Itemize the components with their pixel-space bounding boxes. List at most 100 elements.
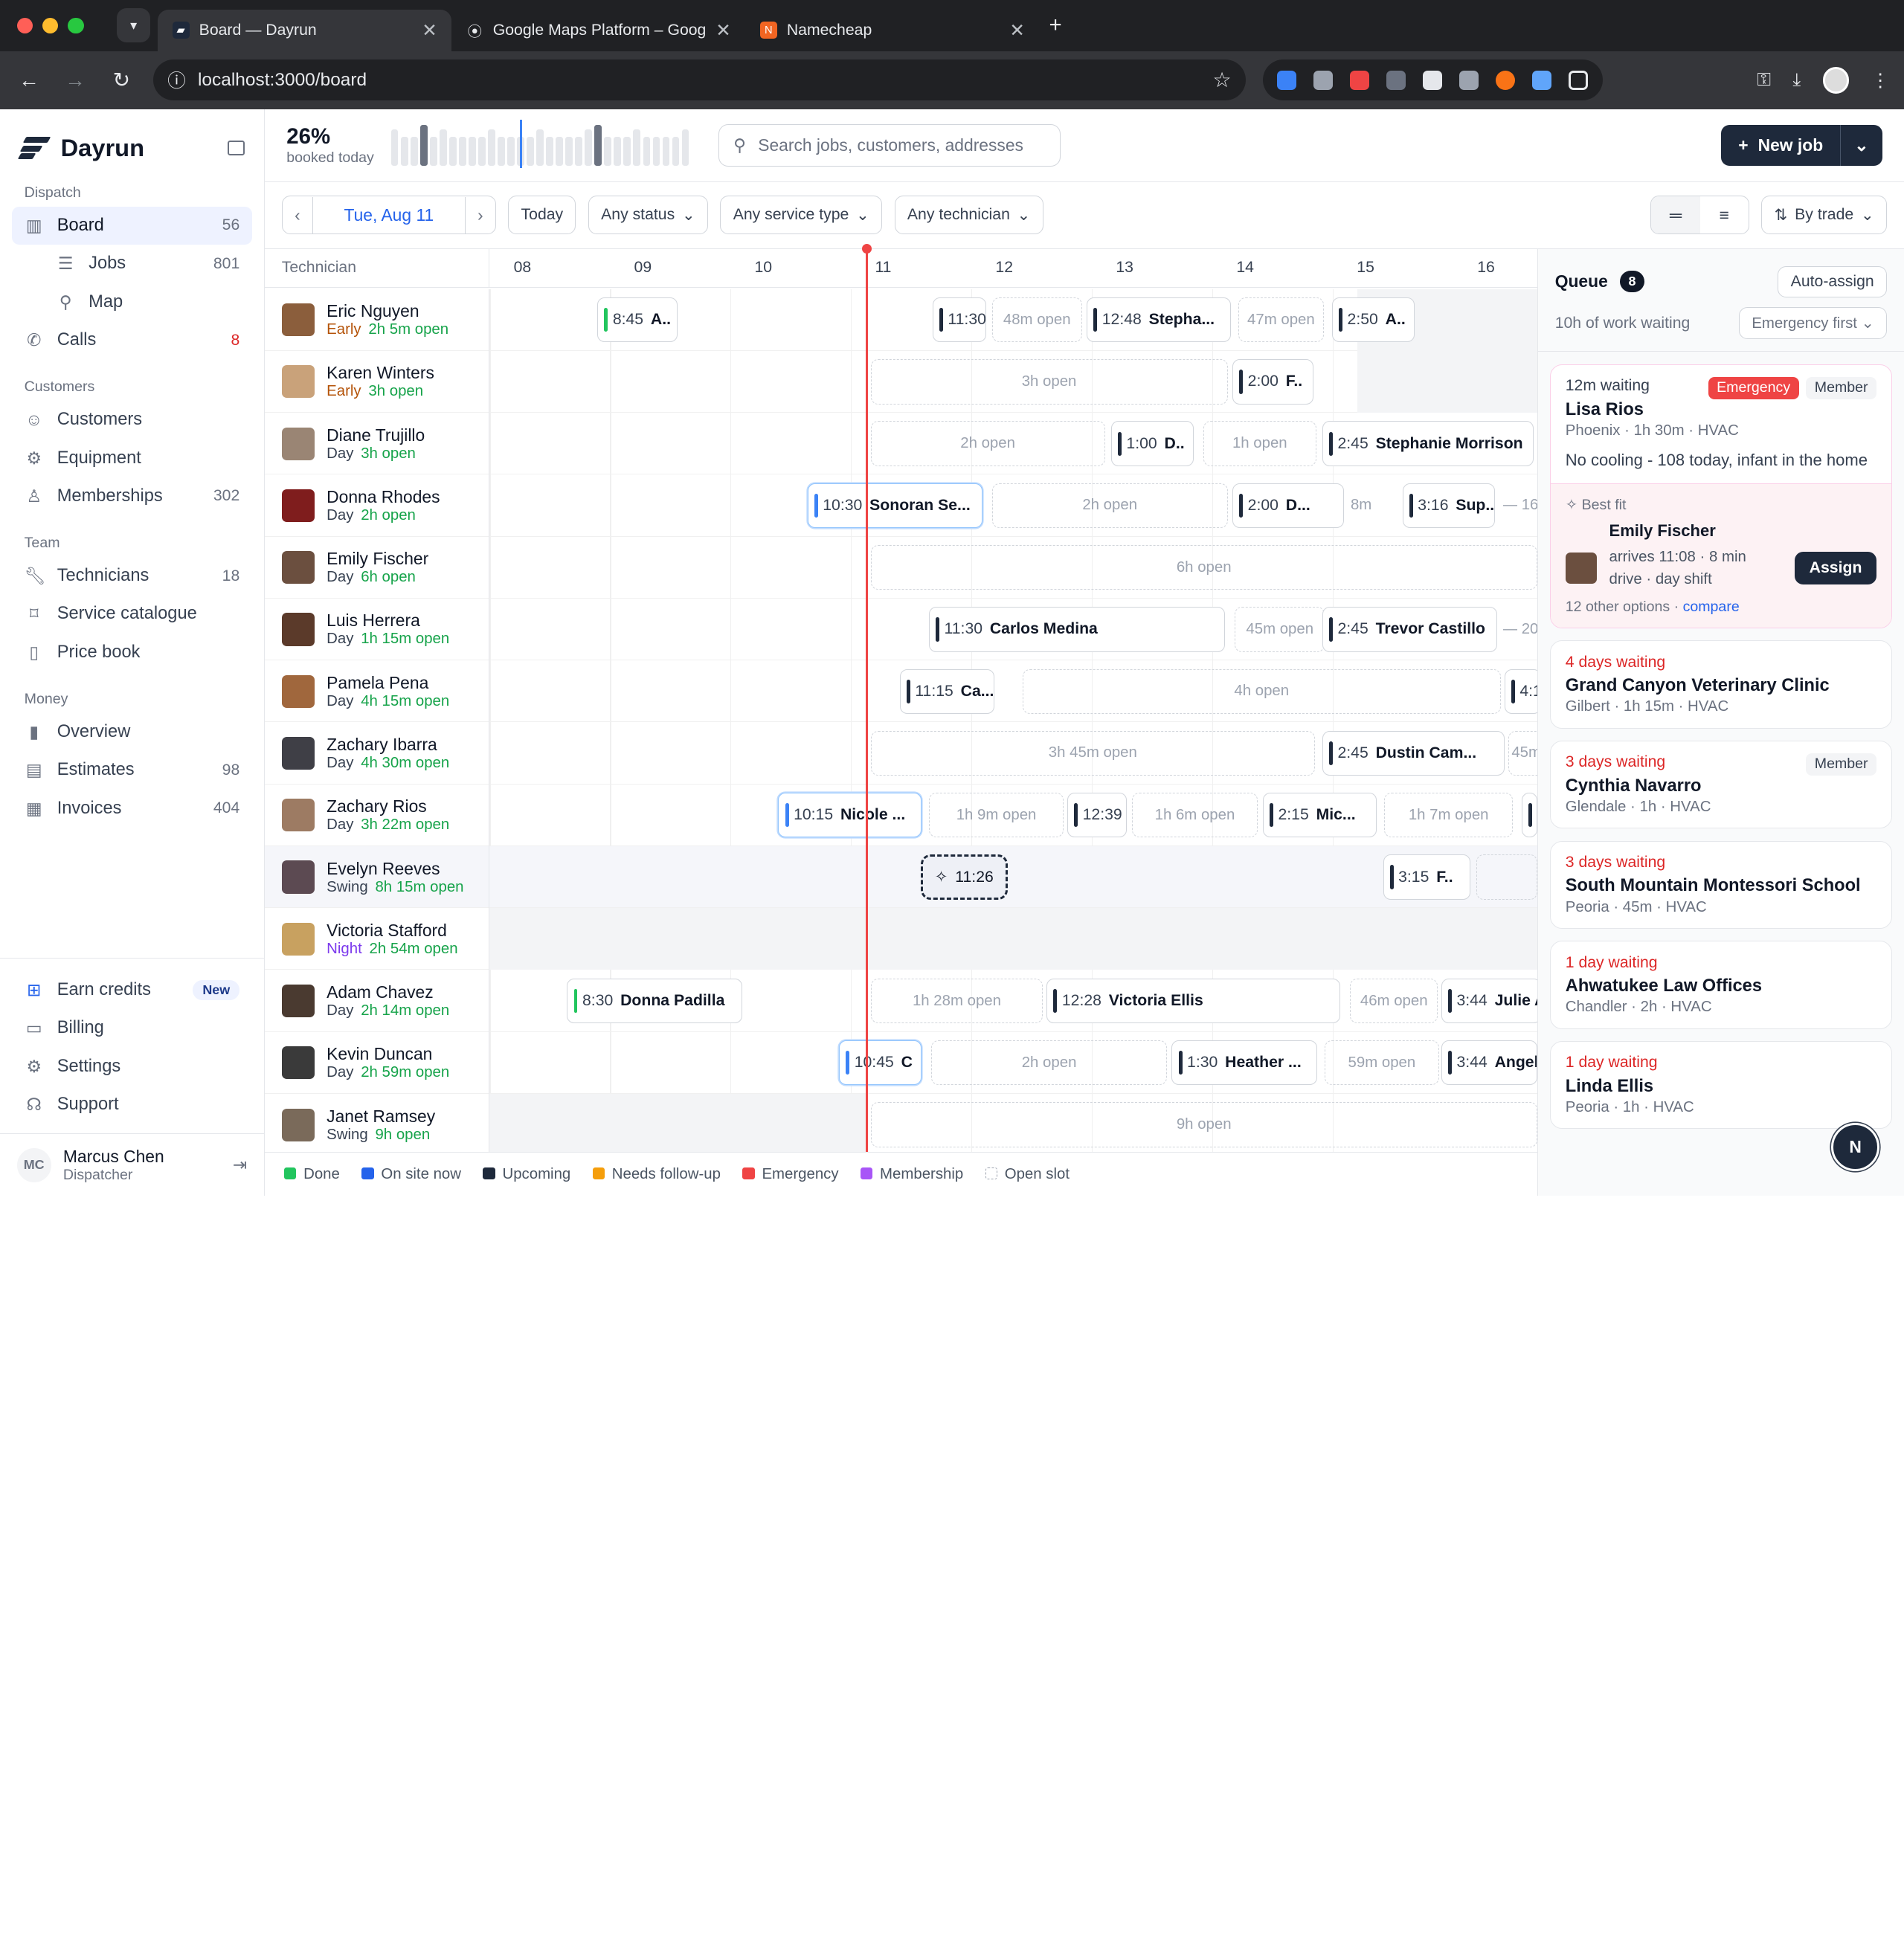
close-tab-icon[interactable]: ✕ (422, 19, 437, 42)
technician-row[interactable]: Emily Fischer Day 6h open 6h open (264, 536, 1537, 599)
sidebar-item-customers[interactable]: ☺ Customers (0, 401, 264, 439)
technician-cell[interactable]: Emily Fischer Day 6h open (265, 536, 489, 599)
technician-cell[interactable]: Kevin Duncan Day 2h 59m open (265, 1031, 489, 1094)
open-slot[interactable]: 3h open (870, 359, 1228, 405)
sidebar-item-earn-credits[interactable]: ⊞ Earn credits New (0, 971, 264, 1009)
compact-view-icon[interactable]: ≡ (1700, 196, 1749, 233)
job-block[interactable]: 11:15 Ca... (899, 669, 995, 714)
job-block[interactable]: 11:30 (932, 297, 986, 343)
sidebar-item-settings[interactable]: ⚙ Settings (0, 1048, 264, 1086)
open-slot[interactable]: 1h 7m open (1384, 793, 1514, 838)
technician-row[interactable]: Adam Chavez Day 2h 14m open 8:30 Donna Padil… (264, 970, 1541, 1032)
sidebar-item-estimates[interactable]: ▤ Estimates 98 (0, 751, 264, 789)
technician-row[interactable]: Donna Rhodes Day 2h open 10:30 Sonoran Se...… (264, 474, 1537, 537)
current-date[interactable]: Tue, Aug 11 (312, 196, 466, 233)
technician-row[interactable]: Janet Ramsey Swing 9h open 9h open (264, 1093, 1537, 1156)
queue-card[interactable]: 3 days waiting South Mountain Montessori … (1550, 840, 1892, 930)
job-block[interactable]: 10:45 C (839, 1040, 922, 1086)
job-block[interactable]: 1:30 Heather ... (1171, 1040, 1318, 1086)
job-block[interactable]: 4:1 (1504, 669, 1541, 714)
qr-extension-icon[interactable] (1423, 70, 1443, 90)
job-block[interactable]: 2:45 Stephanie Morrison (1322, 421, 1534, 466)
open-slot[interactable]: 6h open (870, 545, 1537, 590)
sidebar-item-overview[interactable]: ▮ Overview (0, 713, 264, 751)
open-slot[interactable]: 48m open (991, 297, 1082, 343)
open-slot[interactable]: 1h 28m open (870, 978, 1043, 1024)
technician-row[interactable]: Diane Trujillo Day 3h open 2h open 1:00 D.. 1h… (264, 413, 1537, 475)
job-block[interactable]: 8:45 A.. (597, 297, 678, 343)
extension-icon[interactable] (1313, 70, 1334, 90)
job-block[interactable]: 2:45 Dustin Cam... (1322, 730, 1505, 776)
drop-placeholder[interactable]: ✧ 11:26 (920, 854, 1009, 900)
sidebar-item-calls[interactable]: ✆ Calls 8 (0, 321, 264, 359)
open-slot[interactable] (1476, 854, 1537, 900)
browser-tab-namecheap[interactable]: N Namecheap ✕ (745, 10, 1039, 51)
new-job-button[interactable]: + New job ⌄ (1721, 124, 1882, 167)
chevron-down-icon[interactable]: ⌄ (1841, 135, 1882, 155)
address-bar[interactable]: ⓘ localhost:3000/board ☆ (152, 59, 1246, 101)
sidebar-item-service-catalogue[interactable]: ⌑ Service catalogue (0, 595, 264, 633)
close-tab-icon[interactable]: ✕ (1009, 19, 1025, 42)
queue-card[interactable]: 4 days waiting Grand Canyon Veterinary Cl… (1550, 640, 1892, 729)
sidebar-item-equipment[interactable]: ⚙ Equipment (0, 439, 264, 477)
technician-cell[interactable]: Zachary Rios Day 3h 22m open (265, 784, 489, 846)
collapse-sidebar-icon[interactable] (227, 141, 245, 155)
job-block[interactable] (1521, 793, 1538, 838)
job-block[interactable]: 3:44 Angel (1441, 1040, 1537, 1086)
job-block[interactable]: 12:28 Victoria Ellis (1046, 978, 1341, 1024)
today-button[interactable]: Today (508, 196, 576, 235)
new-tab-icon[interactable]: + (1049, 13, 1061, 38)
queue-sort-select[interactable]: Emergency first ⌄ (1739, 306, 1888, 340)
extension-icon[interactable] (1532, 70, 1552, 90)
job-block[interactable]: 2:00 F.. (1232, 359, 1314, 405)
open-slot[interactable]: 2h open (931, 1040, 1167, 1086)
open-slot[interactable]: 2h open (991, 483, 1228, 529)
open-slot[interactable]: 1h 6m open (1131, 793, 1258, 838)
group-by-select[interactable]: ⇅ By trade ⌄ (1761, 196, 1888, 235)
technician-cell[interactable]: Victoria Stafford Night 2h 54m open (265, 908, 489, 970)
back-arrow-icon[interactable]: ← (15, 68, 44, 92)
open-slot[interactable]: 1h open (1203, 421, 1316, 466)
camera-extension-icon[interactable] (1459, 70, 1479, 90)
technician-row[interactable]: Evelyn Reeves Swing 8h 15m open ✧ 11:26 3:15 F… (264, 845, 1537, 909)
job-block[interactable]: 12:39 (1067, 793, 1128, 838)
tab-search-icon[interactable]: ▾ (116, 8, 151, 43)
sidebar-item-memberships[interactable]: ♙ Memberships 302 (0, 477, 264, 515)
technician-cell[interactable]: Adam Chavez Day 2h 14m open (265, 970, 489, 1032)
close-tab-icon[interactable]: ✕ (715, 19, 731, 42)
job-block[interactable]: 2:00 D... (1232, 483, 1345, 529)
job-block[interactable]: 8:30 Donna Padilla (567, 978, 742, 1024)
technician-cell[interactable]: Janet Ramsey Swing 9h open (265, 1093, 489, 1156)
close-window-button[interactable] (16, 17, 33, 33)
service-type-filter[interactable]: Any service type ⌄ (720, 196, 883, 235)
queue-card-lisa-rios[interactable]: Emergency Member 12m waiting Lisa Rios Ph… (1550, 364, 1892, 628)
assign-button[interactable]: Assign (1795, 552, 1876, 584)
sidebar-item-technicians[interactable]: 🔧︎ Technicians 18 (0, 557, 264, 595)
sidebar-item-price-book[interactable]: ▯ Price book (0, 634, 264, 671)
technician-row[interactable]: Victoria Stafford Night 2h 54m open (264, 908, 1537, 970)
job-block[interactable]: 2:50 A.. (1331, 297, 1415, 343)
next-day-icon[interactable]: › (466, 205, 495, 225)
job-block[interactable]: 1:00 D.. (1110, 421, 1194, 466)
technician-row[interactable]: Zachary Rios Day 3h 22m open 10:15 Nicole ..… (264, 784, 1538, 846)
technician-row[interactable]: Eric Nguyen Early 2h 5m open 8:45 A.. 11:30 48… (264, 289, 1537, 351)
sidebar-item-support[interactable]: ☊ Support (0, 1086, 264, 1124)
sidebar-item-billing[interactable]: ▭ Billing (0, 1009, 264, 1047)
browser-menu-icon[interactable]: ⋮ (1871, 69, 1889, 91)
open-slot[interactable]: 2h open (870, 421, 1105, 466)
technician-filter[interactable]: Any technician ⌄ (894, 196, 1043, 235)
compare-link[interactable]: compare (1683, 599, 1740, 615)
job-block[interactable]: 10:30 Sonoran Se... (807, 483, 982, 529)
auto-assign-button[interactable]: Auto-assign (1778, 265, 1888, 297)
logout-icon[interactable]: ⇥ (233, 1155, 247, 1175)
technician-cell[interactable]: Diane Trujillo Day 3h open (265, 413, 489, 475)
assistant-fab[interactable]: N (1830, 1123, 1880, 1172)
comfortable-view-icon[interactable]: ═ (1651, 196, 1700, 234)
reload-icon[interactable]: ↻ (107, 68, 136, 92)
open-slot[interactable]: 4h open (1022, 669, 1501, 714)
password-key-icon[interactable]: ⚿ (1757, 70, 1771, 91)
sidebar-item-map[interactable]: ⚲ Map (0, 283, 264, 320)
downloads-icon[interactable]: ⤓ (1792, 70, 1801, 91)
technician-cell[interactable]: Karen Winters Early 3h open (265, 350, 489, 413)
technician-row[interactable]: Pamela Pena Day 4h 15m open 11:15 Ca... 4h op… (264, 660, 1541, 723)
